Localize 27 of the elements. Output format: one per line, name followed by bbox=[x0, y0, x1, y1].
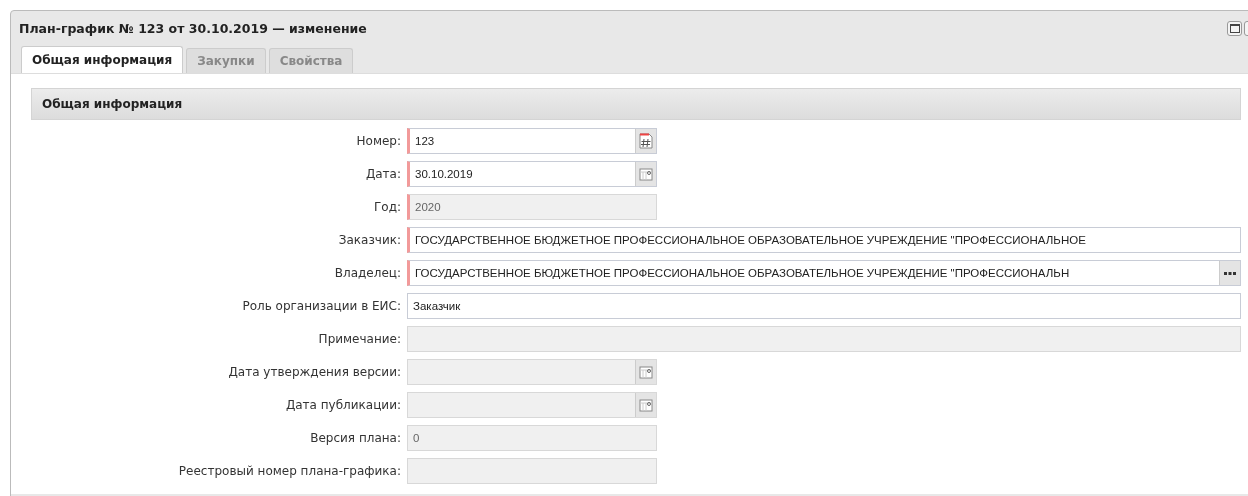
maximize-button[interactable] bbox=[1227, 20, 1242, 36]
field-label: Владелец: bbox=[333, 266, 402, 280]
field-label: Версия плана: bbox=[309, 431, 402, 445]
ellipsis-icon bbox=[1224, 271, 1236, 275]
field-label: Год: bbox=[373, 200, 402, 214]
input-field[interactable]: 30.10.2019 bbox=[407, 161, 657, 187]
input-field[interactable]: ГОСУДАРСТВЕННОЕ БЮДЖЕТНОЕ ПРОФЕССИОНАЛЬНОЕ ОБРАЗОВАТЕЛЬНОЕ УЧРЕЖДЕНИЕ "ПРОФЕССИОНАЛЬНОЕ bbox=[407, 227, 1241, 253]
field-label: Заказчик: bbox=[337, 233, 402, 247]
input-field[interactable]: 123 bbox=[407, 128, 657, 154]
window-title: План-график № 123 от 30.10.2019 — изменение bbox=[19, 20, 367, 36]
field-label: Номер: bbox=[355, 134, 402, 148]
field-label: Роль организации в ЕИС: bbox=[241, 299, 402, 313]
hash-sheet-icon bbox=[639, 133, 653, 149]
trigger-button[interactable] bbox=[635, 129, 656, 153]
calendar-icon bbox=[639, 365, 653, 379]
calendar-icon bbox=[639, 398, 653, 412]
input-field[interactable]: Заказчик bbox=[407, 293, 1241, 319]
field-label: Дата утверждения версии: bbox=[227, 365, 402, 379]
field-label: Реестровый номер плана-графика: bbox=[177, 464, 402, 478]
field-label: Дата публикации: bbox=[284, 398, 402, 412]
calendar-icon bbox=[639, 167, 653, 181]
trigger-button[interactable] bbox=[1219, 261, 1240, 285]
field-label: Примечание: bbox=[317, 332, 402, 346]
input-field[interactable]: ГОСУДАРСТВЕННОЕ БЮДЖЕТНОЕ ПРОФЕССИОНАЛЬНОЕ ОБРАЗОВАТЕЛЬНОЕ УЧРЕЖДЕНИЕ "ПРОФЕССИОНАЛЬН bbox=[407, 260, 1241, 286]
field-label: Дата: bbox=[364, 167, 402, 181]
panel-title: Общая информация bbox=[42, 97, 183, 111]
tab[interactable]: Общая информация bbox=[21, 46, 184, 73]
